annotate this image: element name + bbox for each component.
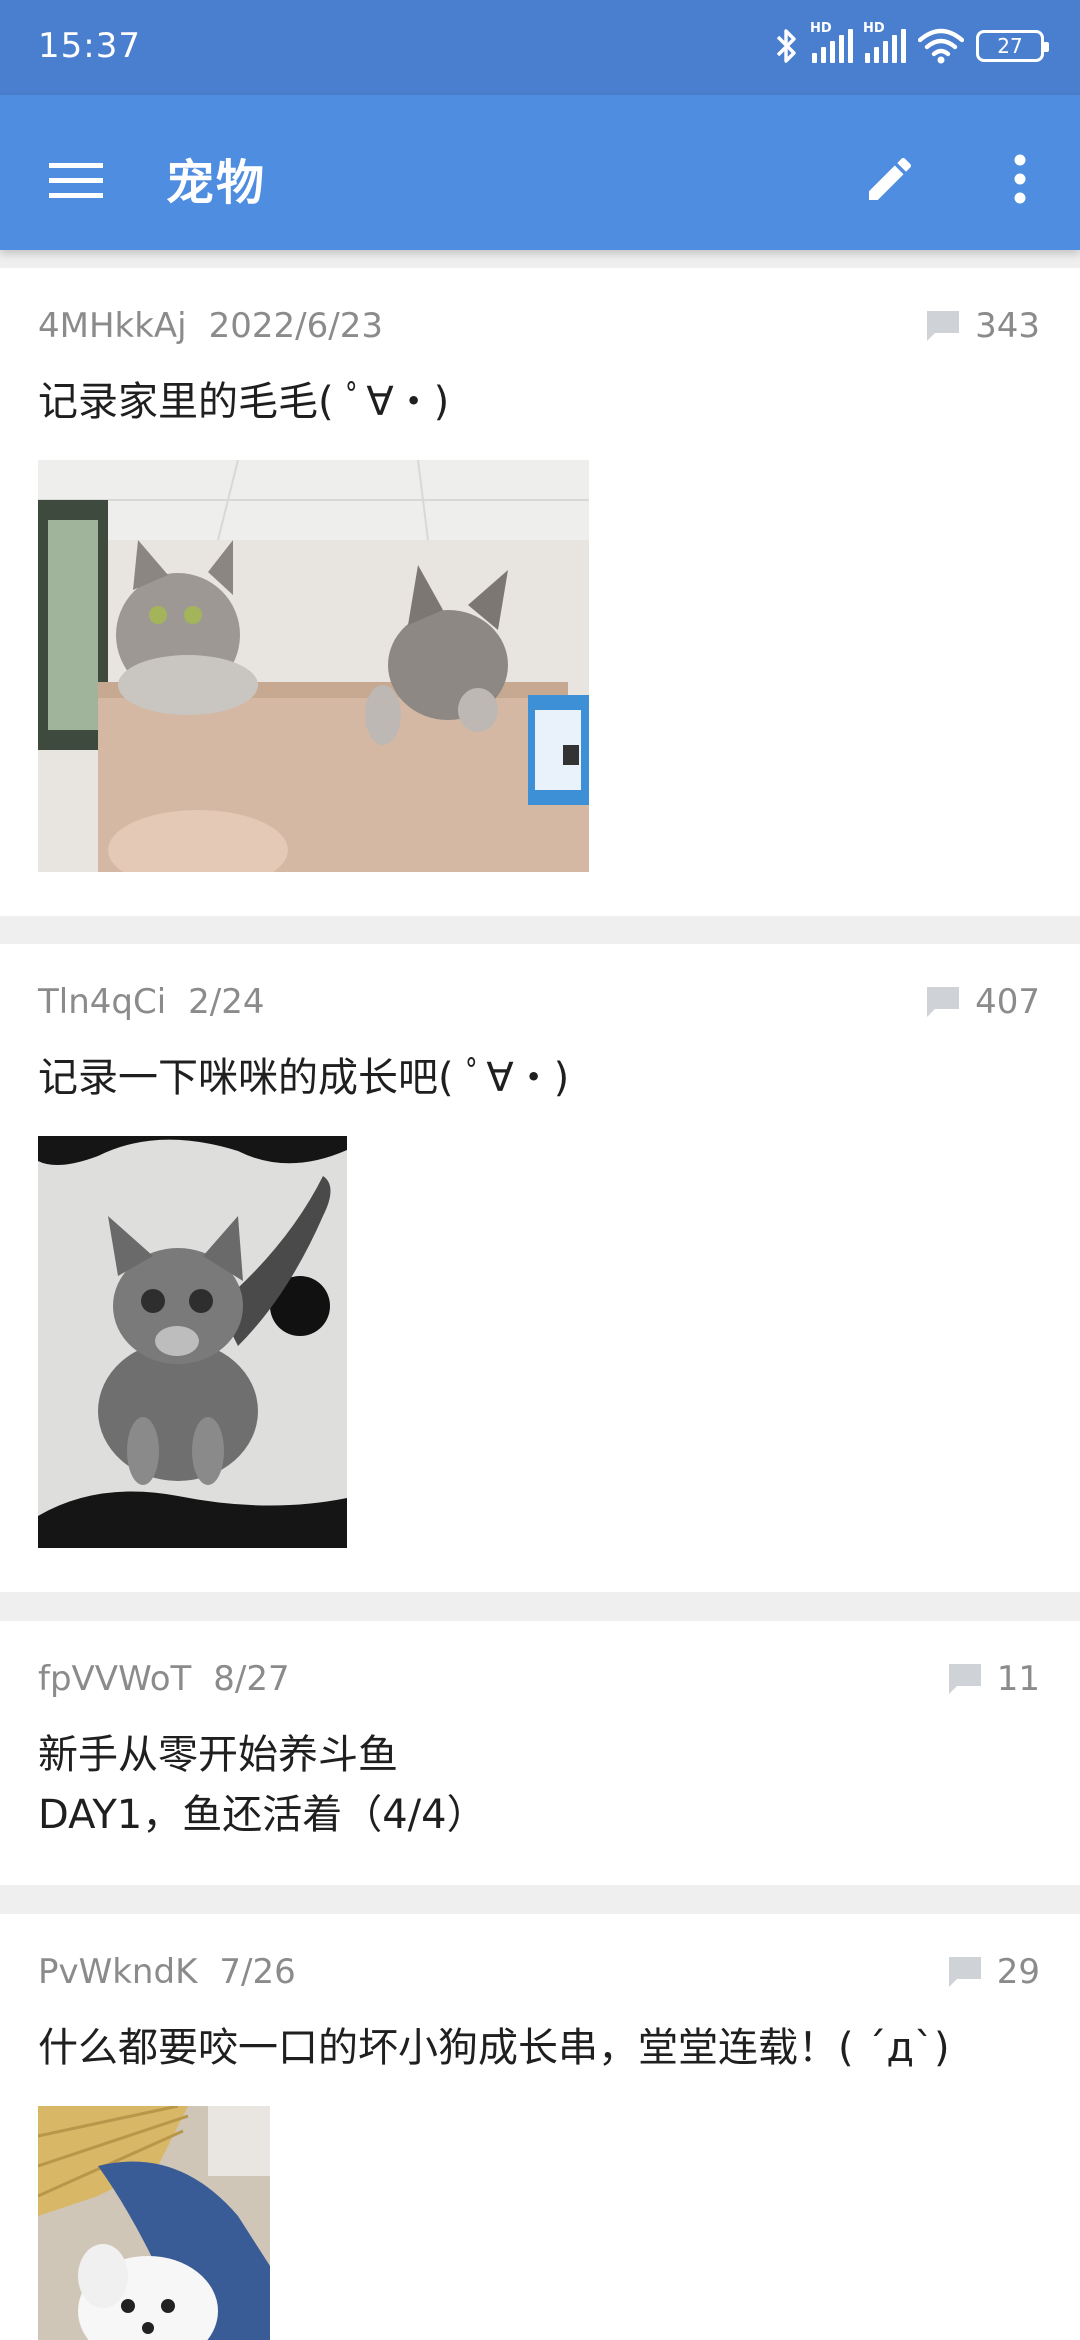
status-bar: 15:37 HD HD 27 [0, 0, 1080, 95]
post-card[interactable]: PvWkndK 7/26 29 什么都要咬一口的坏小狗成长串，堂堂连载！( ´д`… [0, 1914, 1080, 2340]
comment-count: 29 [947, 1952, 1040, 1992]
comment-icon [948, 1957, 981, 1987]
post-image[interactable] [38, 2106, 270, 2340]
status-time: 15:37 [38, 26, 141, 66]
post-author: Tln4qCi [38, 982, 167, 1022]
post-meta: PvWkndK 7/26 [38, 1952, 296, 1992]
post-card[interactable]: Tln4qCi 2/24 407 记录一下咪咪的成长吧( ﾟ∀・) [0, 944, 1080, 1592]
post-title: 记录家里的毛毛( ﾟ∀・) [38, 379, 450, 425]
post-card[interactable]: 4MHkkAj 2022/6/23 343 记录家里的毛毛( ﾟ∀・) [0, 268, 1080, 916]
post-author: fpVVWoT [38, 1659, 192, 1699]
post-author: PvWkndK [38, 1952, 198, 1992]
pencil-icon [869, 157, 912, 200]
post-title: 记录一下咪咪的成长吧( ﾟ∀・) [38, 1055, 570, 1101]
comment-icon [948, 1664, 981, 1694]
post-date: 2/24 [188, 982, 265, 1022]
post-author: 4MHkkAj [38, 306, 187, 346]
kitten-photo [38, 1136, 347, 1548]
post-date: 2022/6/23 [208, 306, 383, 346]
comment-icon [927, 311, 960, 341]
wifi-icon [918, 28, 964, 64]
post-date: 7/26 [219, 1952, 296, 1992]
comment-count: 343 [925, 306, 1040, 346]
bluetooth-icon [776, 29, 796, 63]
post-date: 8/27 [213, 1659, 290, 1699]
post-title: 什么都要咬一口的坏小狗成长串，堂堂连载！( ´д`) [38, 2025, 950, 2071]
new-post-button[interactable] [850, 139, 930, 219]
app-bar: 宠物 [0, 95, 1080, 250]
post-image[interactable] [38, 1136, 347, 1548]
cats-photo [38, 460, 589, 872]
post-card[interactable]: fpVVWoT 8/27 11 新手从零开始养斗鱼 DAY1，鱼还活着（4/4） [0, 1621, 1080, 1885]
post-meta: fpVVWoT 8/27 [38, 1659, 290, 1699]
more-vert-icon [1014, 154, 1026, 204]
page-title: 宠物 [166, 155, 267, 211]
post-meta: 4MHkkAj 2022/6/23 [38, 306, 383, 346]
signal-icon-1: HD [810, 21, 853, 63]
hamburger-menu-icon [49, 163, 103, 198]
comment-count: 407 [925, 982, 1040, 1022]
post-title-line-2: DAY1，鱼还活着（4/4） [38, 1792, 487, 1838]
post-meta: Tln4qCi 2/24 [38, 982, 265, 1022]
battery-level: 27 [997, 34, 1023, 58]
signal-icon-2: HD [863, 21, 906, 63]
comment-icon [927, 987, 960, 1017]
comment-count: 11 [947, 1659, 1040, 1699]
more-options-button[interactable] [980, 139, 1060, 219]
menu-button[interactable] [36, 141, 116, 221]
post-title-line-1: 新手从零开始养斗鱼 [38, 1732, 398, 1778]
puppy-photo [38, 2106, 270, 2340]
battery-icon: 27 [976, 30, 1049, 62]
status-icons: HD HD 27 [774, 21, 1049, 70]
post-image[interactable] [38, 460, 589, 872]
